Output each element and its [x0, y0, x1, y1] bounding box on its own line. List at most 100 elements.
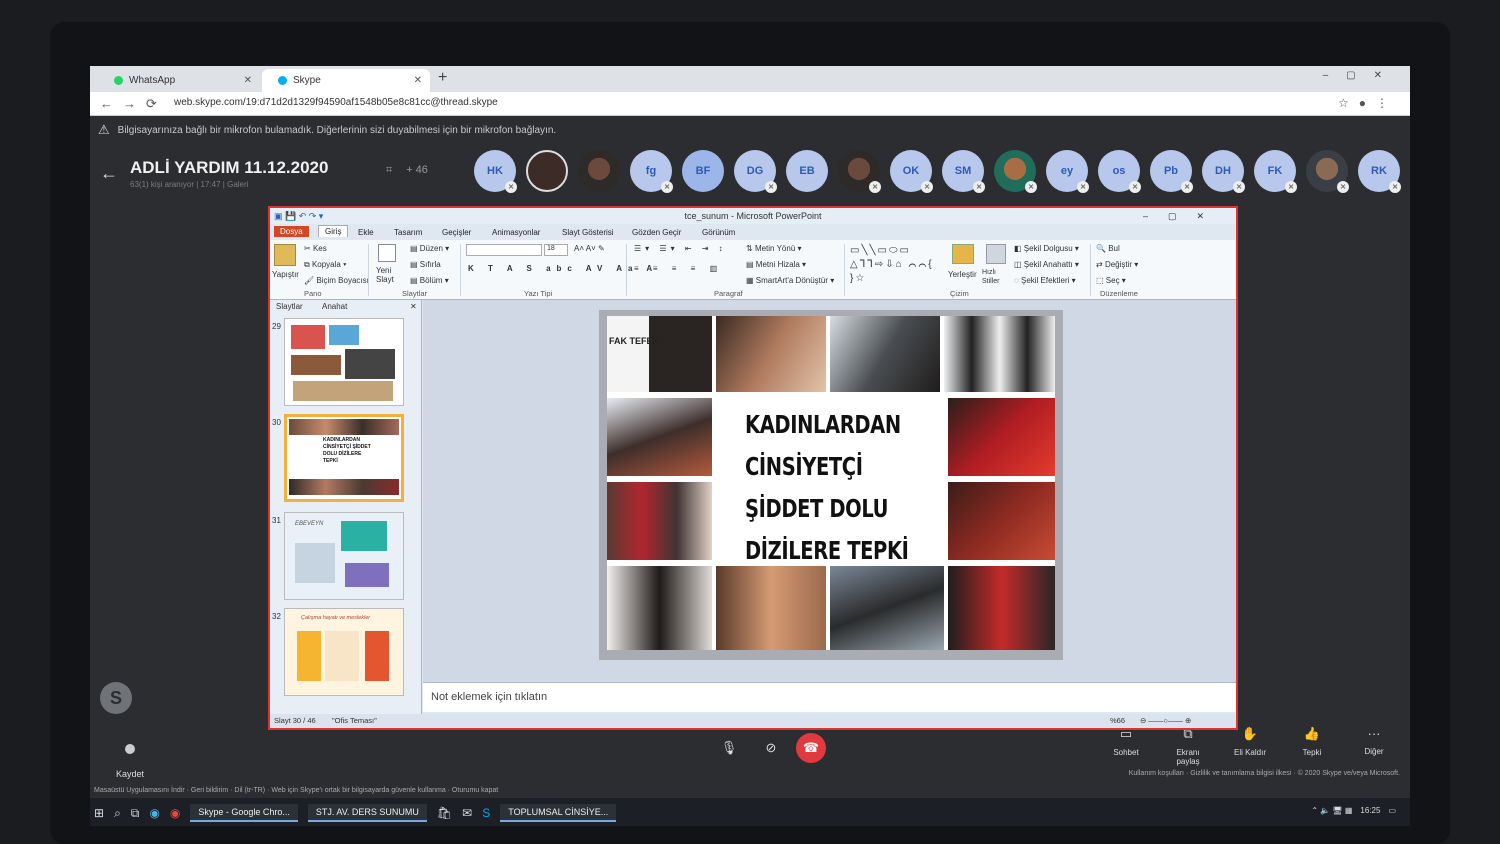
avatar[interactable] — [578, 150, 620, 192]
participant-count[interactable]: ⌗ + 46 — [386, 164, 428, 177]
slide-thumbnail[interactable] — [284, 318, 404, 406]
avatar[interactable]: DH ✕ — [1202, 150, 1245, 193]
bookmark-star-icon[interactable]: ☆●⋮ — [1338, 96, 1398, 110]
slide-thumbnail[interactable]: EBEVEYN — [284, 512, 404, 600]
reaction-button[interactable]: 👍 Tepki — [1292, 726, 1332, 766]
avatar[interactable]: FK ✕ — [1254, 150, 1297, 193]
arrange-icon[interactable] — [952, 244, 974, 264]
replace-button[interactable]: ⇄ Değiştir ▾ — [1096, 260, 1138, 269]
smartart-button[interactable]: ▦ SmartArt'a Dönüştür ▾ — [746, 276, 834, 285]
tab-gozden-gecir[interactable]: Gözden Geçir — [632, 228, 681, 237]
list-buttons[interactable]: ☰▾ ☰▾ ⇤ ⇥ ↕ — [634, 244, 727, 253]
font-size-select[interactable]: 18 — [544, 244, 568, 256]
tray-icons[interactable]: ⌃ 🔈 🖥 ▦ — [1311, 806, 1352, 815]
search-icon[interactable]: ⌕ — [114, 806, 121, 821]
copy-button[interactable]: ⧉ Kopyala ▾ — [304, 260, 346, 270]
share-screen-button[interactable]: ⧉ Ekranı paylaş — [1168, 726, 1208, 766]
close-panel-icon[interactable]: ✕ — [410, 302, 417, 311]
zoom-slider[interactable]: ⊖ ——○—— ⊕ — [1140, 716, 1191, 725]
new-slide-icon[interactable] — [378, 244, 396, 262]
avatar[interactable]: OK ✕ — [890, 150, 933, 193]
end-call-button[interactable]: ☎ — [796, 733, 826, 763]
nav-buttons[interactable]: ←→⟳ — [100, 96, 167, 112]
zoom-level[interactable]: %66 — [1110, 716, 1125, 725]
avatar[interactable]: HK ✕ — [474, 150, 517, 193]
shapes-gallery[interactable]: ▭╲╲▭⬭▭ △⅂⅂⇨⇩⌂ ⌒⌒{ }☆ — [850, 244, 942, 286]
tab-giris[interactable]: Giriş — [318, 225, 349, 237]
layout-button[interactable]: ▤ Düzen ▾ — [410, 244, 449, 253]
notes-pane[interactable]: Not eklemek için tıklatın — [423, 682, 1236, 712]
align-buttons[interactable]: ≡ ≡ ≡ ≡ ▥ — [634, 264, 723, 273]
window-controls[interactable]: –▢✕ — [1323, 70, 1400, 81]
slide-thumbnail[interactable]: Çalışma hayatı ve meslekler — [284, 608, 404, 696]
arrange-button[interactable]: Yerleştir — [948, 270, 977, 279]
chat-button[interactable]: ▭ Sohbet — [1106, 726, 1146, 766]
tab-skype[interactable]: Skype ✕ — [262, 69, 430, 92]
avatar[interactable]: BF — [682, 150, 724, 192]
avatar[interactable] — [526, 150, 568, 192]
font-name-select[interactable] — [466, 244, 542, 256]
find-button[interactable]: 🔍 Bul — [1096, 244, 1120, 253]
record-button[interactable]: Kaydet — [116, 744, 144, 782]
footer-links-right[interactable]: Kullanım koşulları · Gizlilik ve tanımla… — [1129, 770, 1400, 777]
new-tab-button[interactable]: + — [438, 69, 447, 87]
paste-icon[interactable] — [274, 244, 296, 266]
avatar[interactable]: os ✕ — [1098, 150, 1141, 193]
new-slide-button[interactable]: Yeni Slayt — [376, 266, 406, 284]
slide-edit-area[interactable]: FAK TEFEK KADINLARDAN CİNSİYETÇİ ŞİDDET … — [423, 300, 1236, 682]
footer-links-left[interactable]: Masaüstü Uygulamasını İndir · Geri bildi… — [94, 787, 498, 794]
close-tab-icon[interactable]: ✕ — [414, 75, 422, 86]
quick-access-toolbar[interactable]: ▣ 💾 ↶ ↷ ▾ — [274, 208, 323, 224]
text-direction-button[interactable]: ⇅ Metin Yönü ▾ — [746, 244, 802, 253]
avatar[interactable]: ✕ — [1306, 150, 1349, 193]
paste-button[interactable]: Yapıştır — [272, 270, 299, 279]
select-button[interactable]: ⬚ Seç ▾ — [1096, 276, 1126, 285]
avatar[interactable]: RK ✕ — [1358, 150, 1401, 193]
tab-gorunum[interactable]: Görünüm — [702, 228, 735, 237]
taskbar-app-chrome[interactable]: Skype - Google Chro... — [190, 804, 298, 822]
tab-slayt-gosterisi[interactable]: Slayt Gösterisi — [562, 228, 614, 237]
tab-animasyonlar[interactable]: Animasyonlar — [492, 228, 540, 237]
reset-button[interactable]: ▤ Sıfırla — [410, 260, 441, 269]
align-text-button[interactable]: ▤ Metni Hizala ▾ — [746, 260, 806, 269]
current-slide[interactable]: FAK TEFEK KADINLARDAN CİNSİYETÇİ ŞİDDET … — [599, 310, 1063, 660]
tab-whatsapp[interactable]: WhatsApp ✕ — [98, 69, 260, 92]
chrome-icon[interactable]: ◉ — [170, 806, 180, 820]
slide-thumbnail-selected[interactable]: KADINLARDAN CİNSİYETÇİ ŞİDDET DOLU DİZİL… — [284, 414, 404, 502]
task-view-icon[interactable]: ⧉ — [131, 806, 140, 821]
mute-mic-button[interactable]: 🎙 — [714, 733, 744, 763]
cut-button[interactable]: ✂ Kes — [304, 244, 327, 253]
tab-dosya[interactable]: Dosya — [274, 226, 309, 237]
avatar[interactable]: ✕ — [838, 150, 881, 193]
font-style-buttons[interactable]: K T A S abc AV Aa A — [468, 264, 658, 273]
back-arrow-icon[interactable]: ← — [100, 163, 118, 184]
shape-outline-button[interactable]: ◫ Şekil Anahattı ▾ — [1014, 260, 1079, 269]
store-icon[interactable]: 🛍 — [437, 806, 452, 820]
skype-taskbar-icon[interactable]: S — [482, 806, 490, 820]
edge-icon[interactable]: ◉ — [149, 806, 159, 820]
section-button[interactable]: ▤ Bölüm ▾ — [410, 276, 449, 285]
avatar[interactable]: ey ✕ — [1046, 150, 1089, 193]
taskbar-app-powerpoint[interactable]: TOPLUMSAL CİNSİYE... — [500, 804, 617, 822]
taskbar-app-folder[interactable]: STJ. AV. DERS SUNUMU — [307, 804, 427, 822]
tab-ekle[interactable]: Ekle — [358, 228, 374, 237]
ppt-window-controls[interactable]: –▢✕ — [1143, 208, 1224, 224]
close-tab-icon[interactable]: ✕ — [244, 75, 252, 86]
more-button[interactable]: ··· Diğer — [1354, 726, 1394, 766]
notifications-icon[interactable]: ▭ — [1388, 806, 1396, 815]
url-field[interactable]: web.skype.com/19:d71d2d1329f94590af1548b… — [174, 97, 498, 108]
mail-icon[interactable]: ✉ — [462, 806, 472, 820]
quick-styles-button[interactable]: Hızlı Stiller — [982, 268, 1010, 286]
camera-button[interactable]: ⊘ — [756, 733, 786, 763]
avatar[interactable]: DG ✕ — [734, 150, 777, 193]
windows-start-icon[interactable]: ⊞ — [94, 806, 104, 820]
avatar[interactable]: EB — [786, 150, 828, 192]
tab-slaytlar[interactable]: Slaytlar — [276, 302, 303, 311]
tab-tasarim[interactable]: Tasarım — [394, 228, 422, 237]
shape-effects-button[interactable]: ◌ Şekil Efektleri ▾ — [1014, 276, 1076, 285]
tab-gecisler[interactable]: Geçişler — [442, 228, 471, 237]
avatar[interactable]: SM ✕ — [942, 150, 985, 193]
raise-hand-button[interactable]: ✋ Eli Kaldır — [1230, 726, 1270, 766]
tab-anahat[interactable]: Anahat — [322, 302, 347, 311]
clock[interactable]: 16:25 — [1360, 806, 1380, 815]
